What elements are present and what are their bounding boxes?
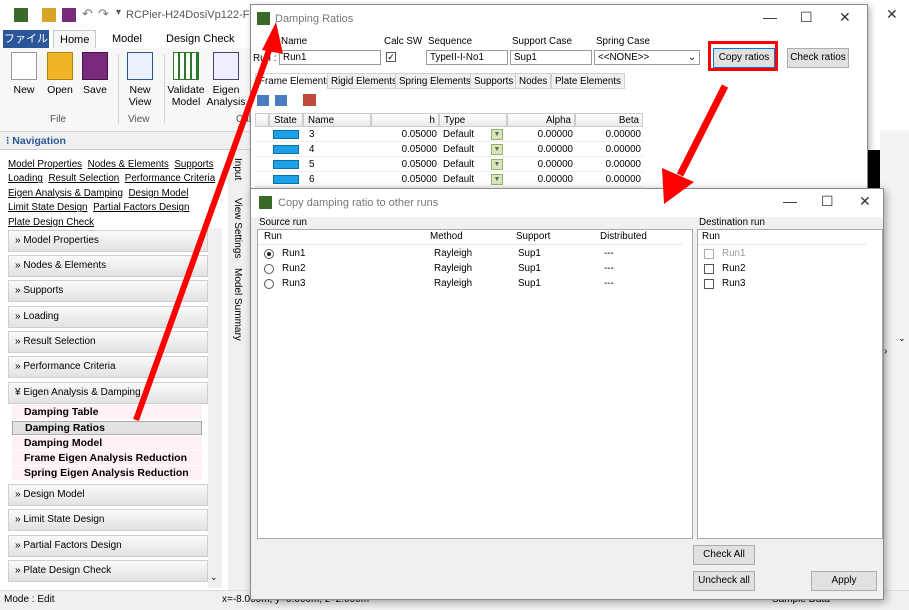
arrow-head-1: [262, 22, 283, 54]
arrow-line-2: [676, 84, 729, 177]
annotation-arrows: [133, 22, 729, 422]
arrow-line-1: [133, 40, 275, 422]
